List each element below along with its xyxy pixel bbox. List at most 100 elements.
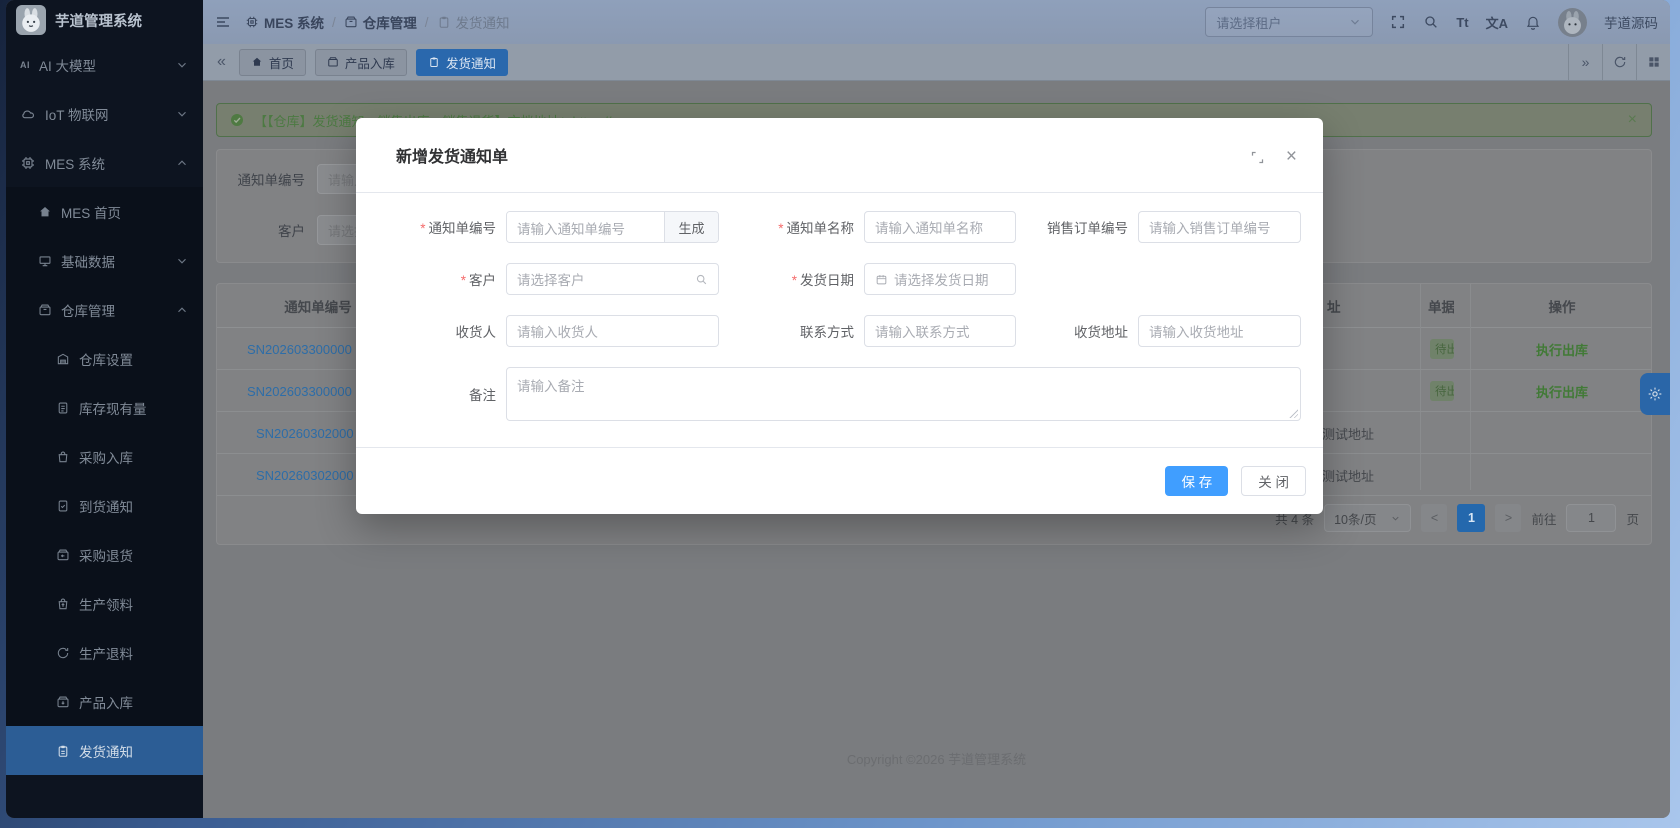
tabs-scroll-left-icon[interactable]: «	[213, 53, 230, 71]
rabbit-avatar-icon	[1564, 10, 1581, 34]
sidebar-item-warehouse-mgmt[interactable]: 仓库管理	[6, 285, 203, 334]
grid-menu-icon[interactable]	[1636, 44, 1670, 80]
ai-icon: AI	[20, 59, 30, 70]
tab-shipping-notice[interactable]: 发货通知	[415, 48, 508, 76]
breadcrumb-separator: /	[332, 14, 336, 30]
sn-link[interactable]: SN20260302000	[256, 454, 354, 496]
logo-row[interactable]: 芋道管理系统	[6, 0, 203, 40]
tab-bar: « 首页 产品入库 发货通知 »	[203, 44, 1670, 81]
sn-link[interactable]: SN202603300000	[247, 328, 352, 370]
package-icon	[327, 56, 339, 68]
app-title: 芋道管理系统	[55, 13, 142, 30]
rabbit-logo-icon	[22, 8, 40, 32]
page-size-select[interactable]: 10条/页	[1324, 504, 1412, 532]
mes-submenu: MES 首页 基础数据 仓库管理 仓库设置 库存现有量 采购入库 到货通知 采购…	[6, 187, 203, 775]
sidebar-item-iot[interactable]: IoT 物联网	[6, 89, 203, 138]
search-icon	[695, 273, 708, 286]
sidebar-item-warehouse-setting[interactable]: 仓库设置	[6, 334, 203, 383]
close-button[interactable]: 关 闭	[1241, 466, 1306, 496]
check-circle-icon	[229, 112, 245, 128]
tenant-placeholder: 请选择租户	[1216, 15, 1282, 31]
sidebar-item-product-in[interactable]: 产品入库	[6, 677, 203, 726]
breadcrumb-item-shipping-notice: 发货通知	[437, 12, 510, 32]
dialog-fullscreen-icon[interactable]	[1250, 150, 1265, 165]
clipboard-icon	[56, 744, 70, 758]
package-icon	[38, 303, 52, 317]
generate-button[interactable]: 生成	[664, 212, 718, 242]
sidebar-item-purchase-return[interactable]: 采购退货	[6, 530, 203, 579]
search-icon[interactable]	[1423, 14, 1439, 30]
address-input[interactable]: 请输入收货地址	[1138, 315, 1301, 347]
font-size-icon[interactable]: Tt	[1456, 15, 1468, 30]
column-header-status: 单据	[1428, 300, 1454, 315]
page-unit-label: 页	[1626, 512, 1639, 527]
tab-product-in[interactable]: 产品入库	[314, 48, 407, 76]
refresh-icon[interactable]	[1602, 44, 1636, 80]
sidebar-item-purchase-in[interactable]: 采购入库	[6, 432, 203, 481]
form-row: * 通知单编号 请输入通知单编号 生成 * 通知单名称 请输入通知单名称 销售订单编…	[384, 211, 1323, 243]
sidebar-item-ai[interactable]: AI AI 大模型	[6, 40, 203, 89]
notice-name-input[interactable]: 请输入通知单名称	[864, 211, 1016, 243]
chevron-down-icon	[175, 254, 189, 268]
sidebar-item-production-pick[interactable]: 生产领料	[6, 579, 203, 628]
sidebar-item-base-data[interactable]: 基础数据	[6, 236, 203, 285]
execute-outbound-link[interactable]: 执行出库	[1507, 328, 1617, 370]
receiver-input[interactable]: 请输入收货人	[506, 315, 719, 347]
field-label-contact: 联系方式	[800, 325, 854, 340]
close-icon[interactable]: ×	[1628, 111, 1637, 129]
bag-icon	[56, 450, 70, 464]
column-header-address: 址	[1327, 300, 1341, 315]
fullscreen-icon[interactable]	[1390, 14, 1406, 30]
remark-textarea[interactable]: 请输入备注	[506, 367, 1301, 421]
current-page-button[interactable]: 1	[1457, 504, 1486, 532]
contact-input[interactable]: 请输入联系方式	[864, 315, 1016, 347]
sidebar-item-label: 库存现有量	[79, 401, 147, 417]
dialog-close-icon[interactable]: ×	[1286, 147, 1297, 166]
theme-settings-button[interactable]	[1640, 373, 1670, 415]
new-shipping-notice-dialog: 新增发货通知单 × * 通知单编号 请输入通知单编号 生成 * 通知单名称 请输入通…	[356, 118, 1323, 514]
sn-link[interactable]: SN202603300000	[247, 370, 352, 412]
tab-home[interactable]: 首页	[238, 48, 306, 76]
translate-icon[interactable]: 文A	[1486, 13, 1508, 32]
save-button[interactable]: 保 存	[1165, 466, 1229, 496]
breadcrumb: MES 系统 / 仓库管理 / 发货通知	[245, 12, 510, 32]
sidebar-item-shipping-notice[interactable]: 发货通知	[6, 726, 203, 775]
hamburger-icon[interactable]	[215, 14, 231, 30]
cloud-icon	[20, 106, 36, 122]
prev-page-button[interactable]: <	[1421, 504, 1448, 532]
customer-select[interactable]: 请选择客户	[506, 263, 719, 295]
sales-order-no-input[interactable]: 请输入销售订单编号	[1138, 211, 1301, 243]
sidebar-item-label: 发货通知	[79, 744, 133, 760]
gear-icon	[1647, 386, 1663, 402]
clipboard-icon	[428, 56, 440, 68]
resize-handle[interactable]	[1288, 408, 1298, 418]
column-header-actions: 操作	[1548, 300, 1576, 315]
tenant-select[interactable]: 请选择租户	[1205, 7, 1374, 37]
sidebar-item-production-return[interactable]: 生产退料	[6, 628, 203, 677]
sidebar-item-mes[interactable]: MES 系统	[6, 138, 203, 187]
chip-icon	[20, 155, 36, 171]
breadcrumb-item-mes[interactable]: MES 系统	[245, 12, 324, 32]
sidebar-item-label: 生产退料	[79, 646, 133, 662]
chevron-down-icon	[1348, 15, 1362, 29]
sidebar-item-label: 基础数据	[61, 254, 115, 270]
notice-no-input[interactable]: 请输入通知单编号	[507, 212, 664, 242]
username[interactable]: 芋道源码	[1604, 12, 1658, 32]
sidebar-item-label: 生产领料	[79, 597, 133, 613]
next-page-button[interactable]: >	[1495, 504, 1522, 532]
sidebar-item-mes-home[interactable]: MES 首页	[6, 187, 203, 236]
goto-page-input[interactable]: 1	[1566, 504, 1617, 532]
sn-link[interactable]: SN20260302000	[256, 412, 354, 454]
bell-icon[interactable]	[1525, 14, 1541, 30]
tabs-scroll-right-icon[interactable]: »	[1568, 44, 1602, 80]
chevron-down-icon	[175, 107, 189, 121]
breadcrumb-item-warehouse[interactable]: 仓库管理	[344, 12, 417, 32]
sidebar-item-stock-onhand[interactable]: 库存现有量	[6, 383, 203, 432]
ship-date-picker[interactable]: 请选择发货日期	[864, 263, 1016, 295]
address-cell: 测试地址	[1322, 426, 1375, 442]
field-label-customer: * 客户	[460, 273, 496, 288]
avatar[interactable]	[1558, 7, 1587, 37]
sidebar-item-arrival-notice[interactable]: 到货通知	[6, 481, 203, 530]
search-field-label: 客户	[278, 224, 305, 239]
execute-outbound-link[interactable]: 执行出库	[1507, 370, 1617, 412]
